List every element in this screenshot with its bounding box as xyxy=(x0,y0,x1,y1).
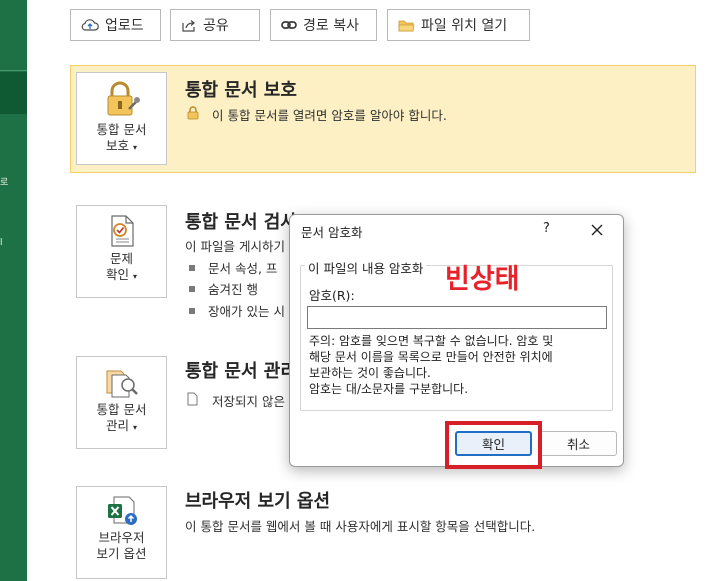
dropdown-arrow-icon: ▾ xyxy=(132,272,137,281)
cancel-button[interactable]: 취소 xyxy=(540,431,617,456)
sidebar-item-label[interactable]: 로 xyxy=(0,175,8,188)
manage-workbook-button[interactable]: 통합 문서 관리 ▾ xyxy=(76,356,167,449)
dialog-title: 문서 암호화 xyxy=(301,225,363,240)
cloud-upload-icon xyxy=(81,19,99,31)
sidebar-divider xyxy=(0,70,27,71)
bullet-item: 문서 속성, 프 xyxy=(189,258,277,277)
protect-workbook-button[interactable]: 통합 문서 보호 ▾ xyxy=(76,72,167,165)
excel-web-icon xyxy=(107,496,137,525)
bullet-icon xyxy=(189,264,195,271)
upload-label: 업로드 xyxy=(105,18,144,34)
lock-icon xyxy=(187,106,199,120)
inspect-document-icon xyxy=(110,215,134,247)
manage-documents-icon xyxy=(106,370,138,398)
bullet-icon xyxy=(189,307,195,314)
upload-button[interactable]: 업로드 xyxy=(70,9,161,41)
section-description: 이 통합 문서를 웹에서 볼 때 사용자에게 표시할 항목을 선택합니다. xyxy=(185,519,536,534)
bullet-item: 장애가 있는 시 xyxy=(189,301,285,320)
section-title: 통합 문서 관리 xyxy=(185,361,297,382)
share-icon xyxy=(182,19,195,32)
bullet-text: 숨겨진 행 xyxy=(208,282,258,297)
sidebar-item-label[interactable]: l xyxy=(0,238,3,248)
protect-button-line1: 통합 문서 xyxy=(96,122,147,137)
browser-button-line2: 보기 옵션 xyxy=(96,546,147,561)
annotation-label: 빈상태 xyxy=(445,264,520,295)
bullet-icon xyxy=(189,285,195,292)
password-label: 암호(R): xyxy=(309,288,355,303)
share-button[interactable]: 공유 xyxy=(170,9,260,41)
browser-button-line1: 브라우저 xyxy=(98,530,145,545)
document-icon xyxy=(187,392,198,406)
dropdown-arrow-icon: ▾ xyxy=(132,423,137,432)
section-title: 통합 문서 보호 xyxy=(185,80,297,101)
open-file-location-button[interactable]: 파일 위치 열기 xyxy=(387,9,530,41)
bullet-text: 장애가 있는 시 xyxy=(208,304,285,319)
help-button[interactable]: ? xyxy=(543,221,550,236)
inspect-button-line1: 문제 xyxy=(109,251,133,266)
protect-workbook-button-label: 통합 문서 보호 ▾ xyxy=(97,122,147,156)
bullet-item: 숨겨진 행 xyxy=(189,279,258,298)
check-for-issues-button[interactable]: 문제 확인 ▾ xyxy=(76,205,167,298)
manage-workbook-button-label: 통합 문서 관리 ▾ xyxy=(97,402,147,436)
check-for-issues-button-label: 문제 확인 ▾ xyxy=(106,251,137,285)
copy-path-label: 경로 복사 xyxy=(303,18,359,34)
backstage-sidebar: 로 l xyxy=(0,0,27,581)
lock-key-icon xyxy=(107,81,140,116)
section-description: 이 파일을 게시하기 xyxy=(185,239,285,254)
password-input[interactable] xyxy=(307,306,607,329)
section-title: 브라우저 보기 옵션 xyxy=(185,491,331,512)
browser-view-options-button[interactable]: 브라우저 보기 옵션 xyxy=(76,486,167,579)
dropdown-arrow-icon: ▾ xyxy=(132,143,137,152)
link-icon xyxy=(281,21,297,29)
open-file-location-label: 파일 위치 열기 xyxy=(421,18,508,34)
sidebar-item-info[interactable] xyxy=(0,72,27,114)
folder-icon xyxy=(398,20,415,31)
warning-text: 주의: 암호를 잊으면 복구할 수 없습니다. 암호 및 해당 문서 이름을 목… xyxy=(309,334,554,396)
copy-path-button[interactable]: 경로 복사 xyxy=(270,9,377,41)
share-label: 공유 xyxy=(203,18,229,34)
protect-button-line2: 보호 xyxy=(105,138,129,153)
group-title: 이 파일의 내용 암호화 xyxy=(305,258,427,277)
inspect-button-line2: 확인 xyxy=(105,267,129,282)
section-description: 저장되지 않은 xyxy=(212,394,285,409)
manage-button-line1: 통합 문서 xyxy=(96,402,147,417)
annotation-highlight-box xyxy=(445,421,542,469)
close-icon[interactable] xyxy=(590,223,604,237)
browser-view-options-button-label: 브라우저 보기 옵션 xyxy=(97,530,147,562)
section-title: 통합 문서 검사 xyxy=(185,212,297,233)
manage-button-line2: 관리 xyxy=(105,418,129,433)
section-description: 이 통합 문서를 열려면 암호를 알아야 합니다. xyxy=(212,108,447,123)
bullet-text: 문서 속성, 프 xyxy=(208,261,278,276)
